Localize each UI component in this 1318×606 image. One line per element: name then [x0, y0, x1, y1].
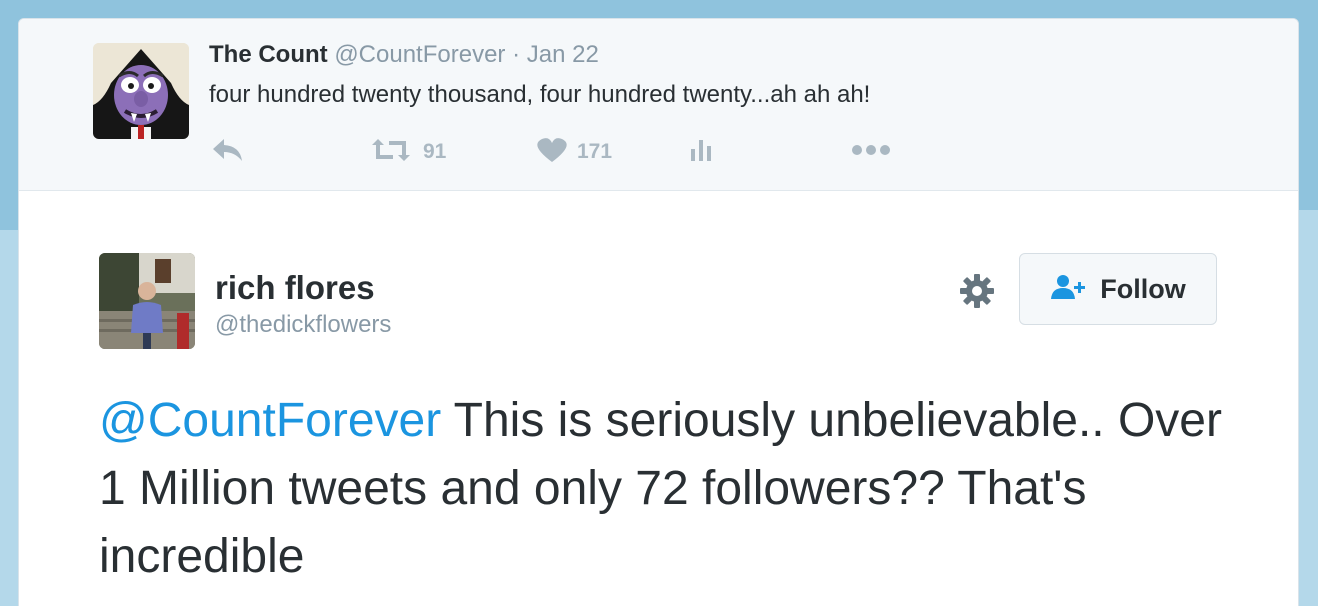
tweet-card: The Count @CountForever · Jan 22 four hu…: [18, 18, 1299, 606]
parent-tweet-text: four hundred twenty thousand, four hundr…: [209, 81, 871, 108]
follow-button[interactable]: Follow: [1019, 253, 1217, 325]
like-button[interactable]: 171: [537, 135, 612, 169]
author-handle[interactable]: @CountForever: [334, 41, 505, 68]
reply-icon: [211, 137, 245, 168]
like-count: 171: [577, 140, 613, 163]
retweet-button[interactable]: 91: [369, 135, 446, 169]
gear-icon: [959, 273, 995, 314]
meta-separator: ·: [505, 41, 527, 68]
reply-button[interactable]: [211, 135, 245, 169]
author-name[interactable]: rich flores: [215, 269, 375, 307]
more-icon: [851, 143, 891, 161]
parent-tweet-header: The Count @CountForever · Jan 22: [209, 41, 599, 69]
avatar[interactable]: [99, 253, 195, 349]
tweet-actions: 91 171: [19, 135, 1298, 169]
retweet-icon: [369, 137, 413, 168]
retweet-count: 91: [423, 140, 447, 163]
settings-button[interactable]: [957, 273, 997, 313]
avatar[interactable]: [93, 43, 189, 139]
heart-icon: [537, 137, 567, 168]
follow-button-label: Follow: [1100, 273, 1186, 304]
author-handle[interactable]: @thedickflowers: [215, 311, 391, 339]
analytics-button[interactable]: [689, 135, 715, 169]
more-button[interactable]: [851, 135, 891, 169]
analytics-icon: [689, 137, 715, 168]
tweet-date[interactable]: Jan 22: [527, 41, 599, 68]
tweet-text: @CountForever This is seriously unbeliev…: [99, 387, 1239, 591]
parent-tweet[interactable]: The Count @CountForever · Jan 22 four hu…: [19, 19, 1298, 191]
add-user-icon: [1050, 273, 1088, 306]
mention-link[interactable]: @CountForever: [99, 394, 441, 447]
author-name[interactable]: The Count: [209, 41, 328, 68]
